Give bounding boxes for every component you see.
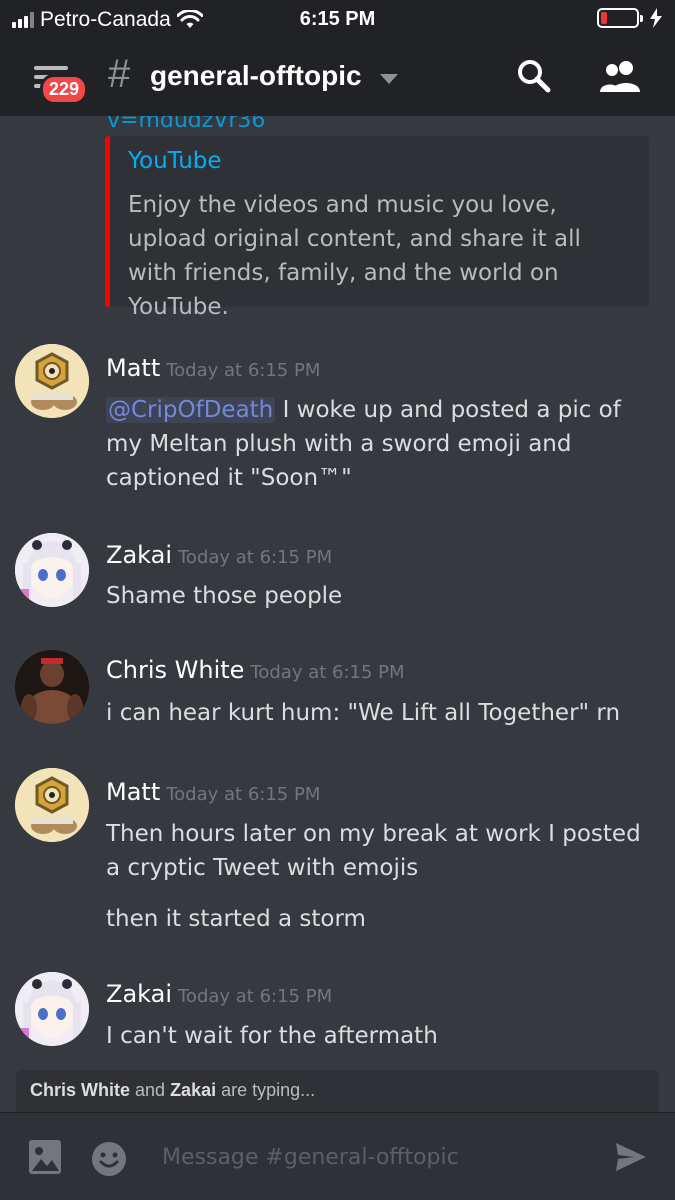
channel-header: 229 # general-offtopic xyxy=(0,40,675,116)
status-bar: Petro-Canada 6:15 PM xyxy=(0,0,675,40)
photo-avatar-icon xyxy=(15,650,89,724)
search-icon xyxy=(518,60,551,93)
message-input[interactable] xyxy=(150,1135,590,1179)
unread-badge: 229 xyxy=(40,74,89,105)
link-embed: YouTube Enjoy the videos and music you l… xyxy=(105,136,649,320)
message-timestamp: Today at 6:15 PM xyxy=(166,784,321,805)
typing-suffix: are typing... xyxy=(216,1080,316,1100)
message-author[interactable]: Matt Today at 6:15 PM xyxy=(106,354,320,382)
send-icon xyxy=(616,1143,646,1171)
battery-icon xyxy=(597,8,643,28)
members-button[interactable] xyxy=(598,58,642,94)
embed-description: Enjoy the videos and music you love, upl… xyxy=(128,192,581,320)
message-timestamp: Today at 6:15 PM xyxy=(250,662,405,683)
message-text: I can't wait for the aftermath xyxy=(106,1023,438,1049)
typing-user: Chris White xyxy=(30,1080,131,1100)
typing-indicator: Chris White and Zakai are typing... xyxy=(16,1070,659,1114)
embed-provider[interactable]: YouTube xyxy=(128,148,631,174)
avatar[interactable] xyxy=(15,650,89,724)
author-name[interactable]: Chris White xyxy=(106,656,244,684)
embed-link[interactable]: v=mdudzVr36 xyxy=(107,116,265,133)
message-text: @CripOfDeath I woke up and posted a pic … xyxy=(106,393,651,495)
author-name[interactable]: Zakai xyxy=(106,980,172,1008)
meltan-avatar-icon xyxy=(15,344,89,418)
channel-name[interactable]: general-offtopic xyxy=(150,60,362,92)
message-text: Shame those people xyxy=(106,583,343,609)
attach-image-button[interactable] xyxy=(28,1139,62,1175)
avatar[interactable] xyxy=(15,768,89,842)
message-author[interactable]: Chris White Today at 6:15 PM xyxy=(106,656,405,684)
author-name[interactable]: Zakai xyxy=(106,541,172,569)
meltan-avatar-icon xyxy=(15,768,89,842)
message-list[interactable]: v=mdudzVr36 YouTube Enjoy the videos and… xyxy=(0,116,675,1112)
message-composer xyxy=(0,1112,675,1200)
image-icon xyxy=(29,1140,61,1174)
charging-icon xyxy=(650,8,662,28)
search-button[interactable] xyxy=(516,58,552,94)
author-name[interactable]: Matt xyxy=(106,354,160,382)
message-timestamp: Today at 6:15 PM xyxy=(178,547,333,568)
menu-button[interactable]: 229 xyxy=(30,60,90,105)
message-timestamp: Today at 6:15 PM xyxy=(166,360,321,381)
battery-area xyxy=(597,8,663,28)
user-mention[interactable]: @CripOfDeath xyxy=(106,397,276,423)
avatar[interactable] xyxy=(15,972,89,1046)
anime-girl-avatar-icon xyxy=(15,533,89,607)
author-name[interactable]: Matt xyxy=(106,778,160,806)
send-button[interactable] xyxy=(614,1141,648,1173)
avatar[interactable] xyxy=(15,344,89,418)
message-author[interactable]: Matt Today at 6:15 PM xyxy=(106,778,320,806)
message-text: Then hours later on my break at work I p… xyxy=(106,821,641,881)
emoji-button[interactable] xyxy=(91,1141,127,1177)
channel-hash-icon: # xyxy=(108,52,131,96)
message-timestamp: Today at 6:15 PM xyxy=(178,986,333,1007)
typing-user: Zakai xyxy=(170,1080,217,1100)
message-text: i can hear kurt hum: "We Lift all Togeth… xyxy=(106,700,621,726)
battery-level xyxy=(601,12,608,24)
avatar[interactable] xyxy=(15,533,89,607)
clock: 6:15 PM xyxy=(299,8,376,30)
typing-conjunction: and xyxy=(130,1080,171,1100)
message-author[interactable]: Zakai Today at 6:15 PM xyxy=(106,541,332,569)
chevron-down-icon[interactable] xyxy=(380,74,398,84)
anime-girl-avatar-icon xyxy=(15,972,89,1046)
message-text: then it started a storm xyxy=(106,906,366,932)
emoji-icon xyxy=(92,1142,126,1176)
members-icon xyxy=(600,61,640,92)
message-author[interactable]: Zakai Today at 6:15 PM xyxy=(106,980,332,1008)
